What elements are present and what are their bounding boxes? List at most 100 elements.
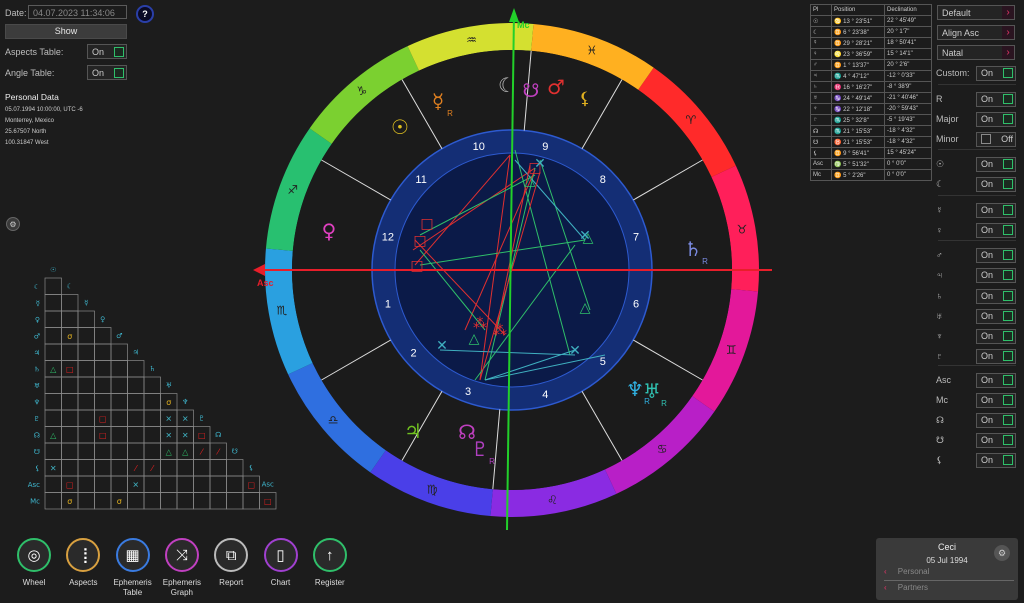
aspects-table-value: On bbox=[92, 46, 105, 57]
grid-col-symbol: ☊ bbox=[215, 431, 221, 439]
aspects-table-label: Aspects Table: bbox=[5, 47, 64, 57]
option-toggle[interactable]: On bbox=[976, 176, 1016, 192]
option-toggle[interactable]: On bbox=[976, 111, 1016, 127]
grid-cell bbox=[44, 376, 62, 394]
divider bbox=[938, 365, 1016, 366]
nav-icon: ▯ bbox=[263, 538, 298, 572]
profile-card[interactable]: Ceci 05 Jul 1994 ⚙ ‹ Personal ‹ Partners bbox=[876, 538, 1018, 600]
wheel-button[interactable]: ◎ Wheel bbox=[9, 538, 59, 588]
chart-button[interactable]: ▯ Chart bbox=[256, 538, 306, 588]
aspects-button[interactable]: ⢸ Aspects bbox=[58, 538, 108, 588]
nav-icon: ▦ bbox=[115, 538, 150, 572]
register-button[interactable]: ↑ Register bbox=[305, 538, 355, 588]
nav-icon: ⤨ bbox=[164, 538, 199, 572]
switch-icon bbox=[981, 134, 991, 144]
option-toggle[interactable]: On bbox=[976, 452, 1016, 468]
aspect-mark: □ bbox=[99, 414, 107, 423]
nav-label: Ephemeris Table bbox=[113, 578, 152, 597]
option-toggle[interactable]: On bbox=[976, 222, 1016, 238]
grid-cell bbox=[94, 393, 112, 411]
personal-link[interactable]: ‹ Personal bbox=[884, 567, 1014, 581]
aspect-glyph: □ bbox=[420, 216, 433, 232]
partners-link[interactable]: ‹ Partners bbox=[884, 583, 1014, 596]
grid-cell bbox=[209, 492, 227, 510]
option-toggle[interactable]: On bbox=[976, 288, 1016, 304]
aspect-mark: □ bbox=[198, 431, 206, 440]
option-toggle[interactable]: On bbox=[976, 202, 1016, 218]
show-button[interactable]: Show bbox=[5, 24, 127, 39]
report-button[interactable]: ⧉ Report bbox=[206, 538, 256, 588]
help-button[interactable]: ? bbox=[136, 5, 154, 23]
option-toggle[interactable]: On bbox=[976, 392, 1016, 408]
zodiac-sign-icon: ♓ bbox=[586, 44, 597, 58]
grid-cell bbox=[61, 409, 79, 427]
option-toggle[interactable]: On bbox=[976, 91, 1016, 107]
option-toggle[interactable]: On bbox=[976, 267, 1016, 283]
table-row: ♂ ♊ 1 ° 13'37" 20 ° 2'6" bbox=[810, 59, 932, 71]
personal-data: 05.07.1994 10:00:00, UTC -6 Monterrey, M… bbox=[5, 105, 83, 149]
option-value: On bbox=[981, 415, 994, 425]
grid-cell bbox=[127, 376, 145, 394]
table-row: ♇ ♏ 25 ° 32'8" -5 ° 19'43" bbox=[810, 114, 932, 126]
grid-cell bbox=[61, 343, 79, 361]
house-number: 5 bbox=[600, 356, 606, 368]
grid-cell bbox=[110, 343, 128, 361]
option-toggle[interactable]: On bbox=[976, 372, 1016, 388]
table-cell: -12 ° 0'33" bbox=[884, 70, 932, 82]
grid-col-symbol: ♀ bbox=[100, 316, 105, 324]
option-row: ☊ On bbox=[936, 412, 1016, 428]
house-number: 1 bbox=[385, 298, 391, 310]
divider bbox=[938, 84, 1016, 85]
date-input[interactable]: 04.07.2023 11:34:06 bbox=[28, 5, 127, 19]
grid-cell bbox=[94, 492, 112, 510]
birth-place: Monterrey, Mexico bbox=[5, 118, 54, 124]
option-row: ☿ On bbox=[936, 202, 1016, 218]
option-toggle[interactable]: Off bbox=[976, 131, 1016, 147]
option-toggle[interactable]: On bbox=[976, 65, 1016, 81]
option-row: ♆ On bbox=[936, 328, 1016, 344]
grid-row-symbol: ♇ bbox=[34, 415, 40, 423]
option-toggle[interactable]: On bbox=[976, 308, 1016, 324]
grid-cell bbox=[226, 475, 244, 493]
table-cell: ♊ 9 ° 56'41" bbox=[831, 147, 885, 159]
switch-icon bbox=[1003, 291, 1013, 301]
nav-icon: ↑ bbox=[312, 538, 347, 572]
table-cell: Mc bbox=[810, 169, 832, 181]
option-toggle[interactable]: On bbox=[976, 328, 1016, 344]
option-toggle[interactable]: On bbox=[976, 412, 1016, 428]
chart-wheel[interactable]: ♈♉♊♋♌♍♎♏♐♑♒♓123 456789101112□□□□△△△△✕✕✕✕⁂… bbox=[245, 0, 780, 535]
aspects-table-toggle[interactable]: On bbox=[87, 44, 127, 59]
aspect-mark: ⁄ bbox=[216, 447, 221, 456]
table-cell: ♑ 22 ° 12'18" bbox=[831, 103, 885, 115]
grid-cell bbox=[176, 475, 194, 493]
option-label: Custom: bbox=[936, 68, 970, 78]
option-toggle[interactable]: On bbox=[976, 247, 1016, 263]
grid-cell bbox=[127, 393, 145, 411]
chart-type-dropdown[interactable]: Natal › bbox=[937, 45, 1015, 60]
preset-dropdown[interactable]: Default › bbox=[937, 5, 1015, 20]
option-toggle[interactable]: On bbox=[976, 348, 1016, 364]
align-dropdown[interactable]: Align Asc › bbox=[937, 25, 1015, 40]
grid-cell bbox=[160, 492, 178, 510]
table-cell: ☋ bbox=[810, 136, 832, 148]
option-row: ♀ On bbox=[936, 222, 1016, 238]
gear-icon[interactable]: ⚙ bbox=[994, 545, 1010, 561]
aspect-glyph: △ bbox=[580, 300, 591, 316]
chevron-right-icon: › bbox=[1002, 26, 1014, 39]
option-toggle[interactable]: On bbox=[976, 156, 1016, 172]
grid-row-symbol: ♅ bbox=[34, 382, 40, 390]
option-row: ☋ On bbox=[936, 432, 1016, 448]
table-cell: ☉ bbox=[810, 15, 832, 27]
aspect-mark: □ bbox=[66, 480, 74, 489]
ephemeris-table-button[interactable]: ▦ Ephemeris Table bbox=[108, 538, 158, 598]
gear-icon[interactable]: ⚙ bbox=[6, 217, 20, 231]
ephemeris-graph-button[interactable]: ⤨ Ephemeris Graph bbox=[157, 538, 207, 598]
divider bbox=[938, 195, 1016, 196]
nav-icon: ⢸ bbox=[66, 538, 101, 572]
zodiac-sign-icon: ♊ bbox=[726, 343, 737, 357]
angle-table-toggle[interactable]: On bbox=[87, 65, 127, 80]
option-value: On bbox=[981, 395, 994, 405]
option-toggle[interactable]: On bbox=[976, 432, 1016, 448]
grid-cell bbox=[77, 492, 95, 510]
option-label: ☉ bbox=[936, 158, 945, 169]
